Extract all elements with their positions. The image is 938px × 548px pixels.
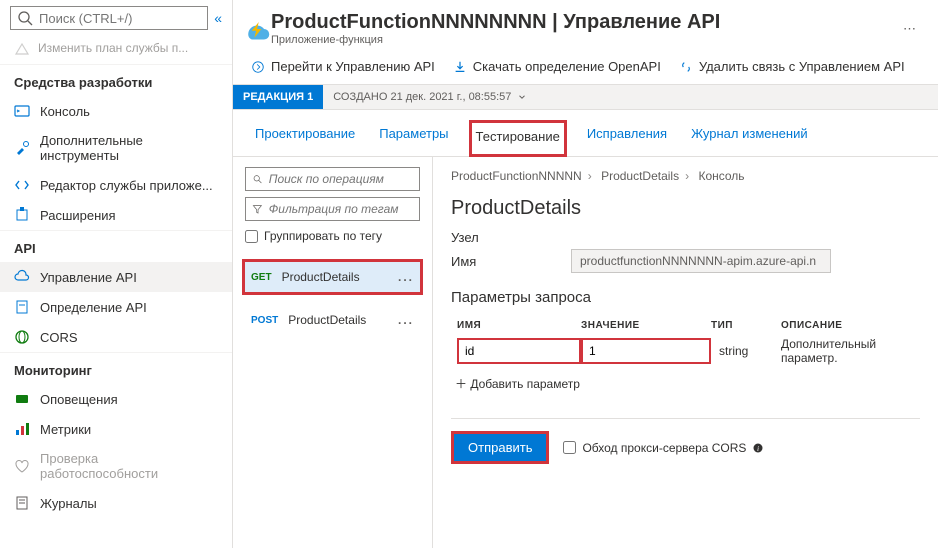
sidebar-item-app-editor[interactable]: Редактор службы приложе...	[0, 170, 232, 200]
tools-icon	[14, 140, 30, 156]
command-bar: Перейти к Управлению API Скачать определ…	[233, 49, 938, 84]
sidebar-item-api-management[interactable]: Управление API	[0, 262, 232, 292]
log-icon	[14, 495, 30, 511]
goto-apim-link[interactable]: Перейти к Управлению API	[251, 59, 435, 74]
section-dev-tools: Средства разработки	[0, 64, 232, 96]
sidebar-item-api-definition[interactable]: Определение API	[0, 292, 232, 322]
page-title: ProductFunctionNNNNNNNN | Управление API	[271, 10, 720, 34]
group-by-tag-checkbox[interactable]: Группировать по тегу	[245, 227, 420, 249]
collapse-sidebar-icon[interactable]: «	[214, 10, 222, 26]
section-api: API	[0, 230, 232, 262]
crumb-op[interactable]: ProductDetails	[601, 169, 679, 183]
svg-text:i: i	[757, 444, 759, 453]
unlink-apim-link[interactable]: Удалить связь с Управлением API	[679, 59, 905, 74]
arrow-icon	[251, 60, 265, 74]
operations-search-input[interactable]	[245, 167, 420, 191]
tab-design[interactable]: Проектирование	[251, 120, 359, 156]
crumb-app[interactable]: ProductFunctionNNNNN	[451, 169, 582, 183]
doc-icon	[14, 299, 30, 315]
tabs: Проектирование Параметры Тестирование Ис…	[233, 110, 938, 157]
revision-meta: СОЗДАНО 21 дек. 2021 г., 08:55:57	[323, 91, 537, 103]
more-icon[interactable]: ⋯	[899, 17, 920, 41]
detail-pane: ProductFunctionNNNNN› ProductDetails› Ко…	[433, 157, 938, 548]
tab-fixes[interactable]: Исправления	[583, 120, 671, 156]
function-app-icon	[243, 15, 271, 43]
section-monitoring: Мониторинг	[0, 352, 232, 384]
param-value-input[interactable]	[581, 338, 711, 364]
sidebar-search-input[interactable]	[10, 6, 208, 30]
tab-test[interactable]: Тестирование	[469, 120, 567, 157]
console-icon	[14, 103, 30, 119]
breadcrumb: ProductFunctionNNNNN› ProductDetails› Ко…	[451, 169, 920, 183]
sidebar-item-health[interactable]: Проверка работоспособности	[0, 444, 232, 488]
operation-more-icon[interactable]: ...	[398, 313, 414, 327]
cors-bypass-checkbox[interactable]: Обход прокси-сервера CORS i	[563, 441, 764, 455]
sidebar-item-cors[interactable]: CORS	[0, 322, 232, 352]
param-desc: Дополнительный параметр.	[781, 337, 920, 365]
extension-icon	[14, 207, 30, 223]
main-pane: ProductFunctionNNNNNNNN | Управление API…	[233, 0, 938, 548]
heart-icon	[14, 458, 30, 474]
detail-title: ProductDetails	[451, 197, 920, 220]
operation-more-icon[interactable]: ...	[398, 270, 414, 284]
alert-icon	[14, 391, 30, 407]
download-icon	[453, 60, 467, 74]
param-header-row: ИМЯ ЗНАЧЕНИЕ ТИП ОПИСАНИЕ	[451, 316, 920, 335]
tab-parameters[interactable]: Параметры	[375, 120, 452, 156]
verb-get: GET	[251, 272, 272, 283]
search-icon	[17, 10, 33, 26]
add-parameter-button[interactable]: ＋ Добавить параметр	[451, 367, 920, 400]
node-label: Узел	[451, 230, 920, 245]
sidebar-item-advanced-tools[interactable]: Дополнительные инструменты	[0, 126, 232, 170]
filter-icon	[252, 203, 263, 215]
sidebar: « Изменить план службы п... Средства раз…	[0, 0, 233, 548]
chevron-down-icon[interactable]	[517, 92, 527, 102]
change-plan-label: Изменить план службы п...	[38, 41, 188, 55]
operation-post-productdetails[interactable]: POST ProductDetails ...	[245, 305, 420, 335]
sidebar-item-metrics[interactable]: Метрики	[0, 414, 232, 444]
sidebar-item-extensions[interactable]: Расширения	[0, 200, 232, 230]
crumb-console: Консоль	[698, 169, 744, 183]
info-icon: i	[752, 442, 764, 454]
query-params-heading: Параметры запроса	[451, 289, 920, 306]
sidebar-item-alerts[interactable]: Оповещения	[0, 384, 232, 414]
param-name-input[interactable]	[457, 338, 581, 364]
name-label: Имя	[451, 254, 551, 269]
sidebar-item-console[interactable]: Консоль	[0, 96, 232, 126]
revision-chip[interactable]: РЕДАКЦИЯ 1	[233, 85, 323, 109]
download-openapi-link[interactable]: Скачать определение OpenAPI	[453, 59, 661, 74]
globe-icon	[14, 329, 30, 345]
param-row: string Дополнительный параметр.	[451, 335, 920, 367]
search-icon	[252, 173, 263, 185]
metrics-icon	[14, 421, 30, 437]
unlink-icon	[679, 60, 693, 74]
operations-pane: Группировать по тегу GET ProductDetails …	[233, 157, 433, 548]
code-icon	[14, 177, 30, 193]
operations-filter-input[interactable]	[245, 197, 420, 221]
revision-bar: РЕДАКЦИЯ 1 СОЗДАНО 21 дек. 2021 г., 08:5…	[233, 84, 938, 110]
verb-post: POST	[251, 315, 278, 326]
tab-changelog[interactable]: Журнал изменений	[687, 120, 812, 156]
page-subtitle: Приложение-функция	[271, 34, 720, 47]
send-button[interactable]: Отправить	[451, 431, 549, 464]
param-type: string	[711, 344, 781, 358]
scale-icon	[14, 40, 30, 56]
change-plan-link[interactable]: Изменить план службы п...	[0, 36, 232, 64]
sidebar-item-logs[interactable]: Журналы	[0, 488, 232, 518]
operation-get-productdetails[interactable]: GET ProductDetails ...	[242, 259, 423, 295]
host-name-field[interactable]: productfunctionNNNNNNN-apim.azure-api.n	[571, 249, 831, 273]
cloud-icon	[14, 269, 30, 285]
